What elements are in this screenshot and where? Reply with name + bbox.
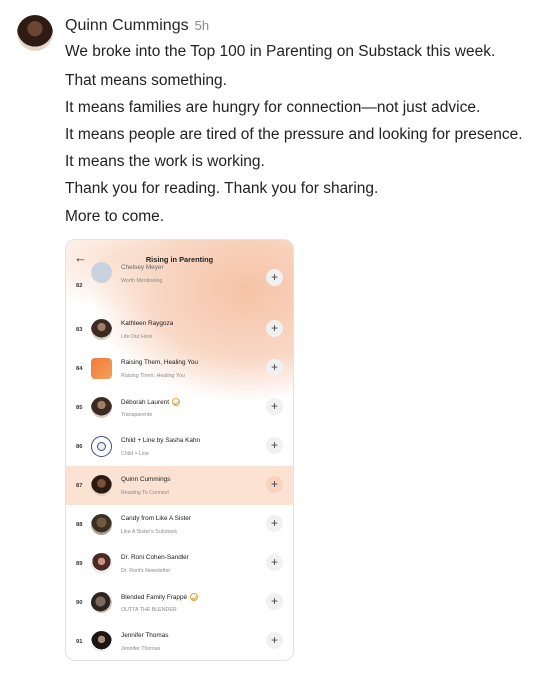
publication-name: Raising Them, Healing You <box>121 373 185 379</box>
publication-name: OUTTA THE BLENDER <box>121 607 177 613</box>
subscribe-plus-button[interactable]: + <box>266 437 283 454</box>
leaderboard-row[interactable]: 88 Candy from Like A Sister Like A Sister'… <box>66 505 293 544</box>
publication-author-text: Jennifer Thomas <box>121 632 169 639</box>
publication-name: Worth Mentioning <box>121 278 163 284</box>
leaderboard-row[interactable]: 89 Dr. Roni Cohen-Sandler Dr. Roni's Newsl… <box>66 544 293 583</box>
rank-number: 83 <box>76 327 83 333</box>
post-text-line: It means people are tired of the pressur… <box>65 126 523 143</box>
publication-author-text: Déborah Laurent <box>121 399 169 406</box>
publication-thumbnail[interactable] <box>91 397 112 418</box>
publication-name: Dr. Roni's Newsletter <box>121 568 171 574</box>
publication-thumbnail[interactable] <box>91 553 112 574</box>
subscribe-plus-button[interactable]: + <box>266 320 283 337</box>
author-avatar[interactable] <box>17 15 53 51</box>
publication-author[interactable]: Dr. Roni Cohen-Sandler <box>121 554 189 561</box>
subscribe-plus-button[interactable]: + <box>266 515 283 532</box>
publication-author[interactable]: Raising Them, Healing You <box>121 359 198 366</box>
rank-number: 82 <box>76 283 83 289</box>
leaderboard-row[interactable]: 86 Child + Line by Sasha Kahn Child + Line… <box>66 427 293 466</box>
leaderboard-row[interactable]: 82 Chelsey Meyer Worth Mentioning + <box>66 262 293 305</box>
verified-check-icon <box>171 398 180 406</box>
rank-number: 89 <box>76 561 83 567</box>
post-text-line: It means the work is working. <box>65 153 265 170</box>
leaderboard-title: Rising in Parenting <box>145 254 214 264</box>
publication-author[interactable]: Candy from Like A Sister <box>121 515 191 522</box>
publication-name: Transparente <box>121 412 153 418</box>
publication-name: Life Out Here <box>121 334 153 340</box>
publication-author[interactable]: Jennifer Thomas <box>121 632 168 639</box>
rank-number: 84 <box>76 366 83 372</box>
publication-author-text: Raising Them, Healing You <box>121 359 198 366</box>
publication-author[interactable]: Quinn Cummings <box>121 476 170 483</box>
publication-thumbnail[interactable] <box>91 631 112 652</box>
rank-number: 91 <box>76 639 83 645</box>
rank-number: 87 <box>76 483 83 489</box>
arrow-left-icon[interactable]: ← <box>74 250 87 266</box>
verified-check-icon <box>190 593 199 601</box>
publication-thumbnail[interactable] <box>91 475 112 496</box>
leaderboard-row[interactable]: 87 Quinn Cummings Reading To Connect + <box>66 466 293 505</box>
publication-name: Jennifer Thomas <box>121 646 161 652</box>
subscribe-plus-button[interactable]: + <box>266 398 283 415</box>
publication-thumbnail[interactable] <box>91 262 112 283</box>
publication-thumbnail[interactable] <box>91 592 112 613</box>
author-name[interactable]: Quinn Cummings <box>65 17 189 34</box>
publication-author-text: Blended Family Frappé <box>121 594 188 601</box>
subscribe-plus-button[interactable]: + <box>266 359 283 376</box>
publication-thumbnail[interactable] <box>91 358 112 379</box>
publication-name: Child + Line <box>121 451 150 457</box>
subscribe-plus-button[interactable]: + <box>266 632 283 649</box>
post-text-line: We broke into the Top 100 in Parenting o… <box>65 43 496 60</box>
post-image[interactable]: ← Rising in Parenting 82 Chelsey Meyer Wor… <box>65 239 294 661</box>
leaderboard-row[interactable]: 90 Blended Family Frappé OUTTA THE BLENDER… <box>66 583 293 622</box>
rank-number: 88 <box>76 522 83 528</box>
publication-name: Like A Sister's Substack <box>121 529 178 535</box>
publication-author[interactable]: Kathleen Raygoza <box>121 320 173 327</box>
post-time: 5h <box>194 18 210 33</box>
publication-thumbnail[interactable] <box>91 514 112 535</box>
rank-number: 85 <box>76 405 83 411</box>
leaderboard-row[interactable]: 85 Déborah Laurent Transparente + <box>66 388 293 427</box>
post-text-line: It means families are hungry for connect… <box>65 99 481 116</box>
subscribe-plus-button[interactable]: + <box>266 554 283 571</box>
leaderboard-row[interactable]: 91 Jennifer Thomas Jennifer Thomas + <box>66 622 293 660</box>
post-text-line: Thank you for reading. Thank you for sha… <box>65 180 379 197</box>
publication-name: Reading To Connect <box>121 490 169 496</box>
rank-number: 86 <box>76 444 83 450</box>
post-text-line: More to come. <box>65 208 165 225</box>
publication-thumbnail[interactable] <box>91 319 112 340</box>
post-text-line: That means something. <box>65 72 227 89</box>
leaderboard-row[interactable]: 83 Kathleen Raygoza Life Out Here + <box>66 310 293 349</box>
post-header: Quinn Cummings 5h <box>65 17 209 35</box>
subscribe-plus-button[interactable]: + <box>266 476 283 493</box>
publication-author[interactable]: Déborah Laurent <box>121 398 180 406</box>
publication-author-text: Dr. Roni Cohen-Sandler <box>121 554 189 561</box>
subscribe-plus-button[interactable]: + <box>266 269 283 286</box>
publication-author[interactable]: Chelsey Meyer <box>121 264 164 271</box>
publication-author-text: Child + Line by Sasha Kahn <box>121 437 201 444</box>
rank-number: 90 <box>76 600 83 606</box>
publication-author-text: Chelsey Meyer <box>121 264 164 271</box>
publication-author-text: Quinn Cummings <box>121 476 171 483</box>
publication-author-text: Candy from Like A Sister <box>121 515 191 522</box>
publication-author[interactable]: Child + Line by Sasha Kahn <box>121 437 200 444</box>
publication-author-text: Kathleen Raygoza <box>121 320 174 327</box>
publication-author[interactable]: Blended Family Frappé <box>121 593 199 601</box>
leaderboard-row[interactable]: 84 Raising Them, Healing You Raising Them,… <box>66 349 293 388</box>
publication-thumbnail[interactable] <box>91 436 112 457</box>
subscribe-plus-button[interactable]: + <box>266 593 283 610</box>
